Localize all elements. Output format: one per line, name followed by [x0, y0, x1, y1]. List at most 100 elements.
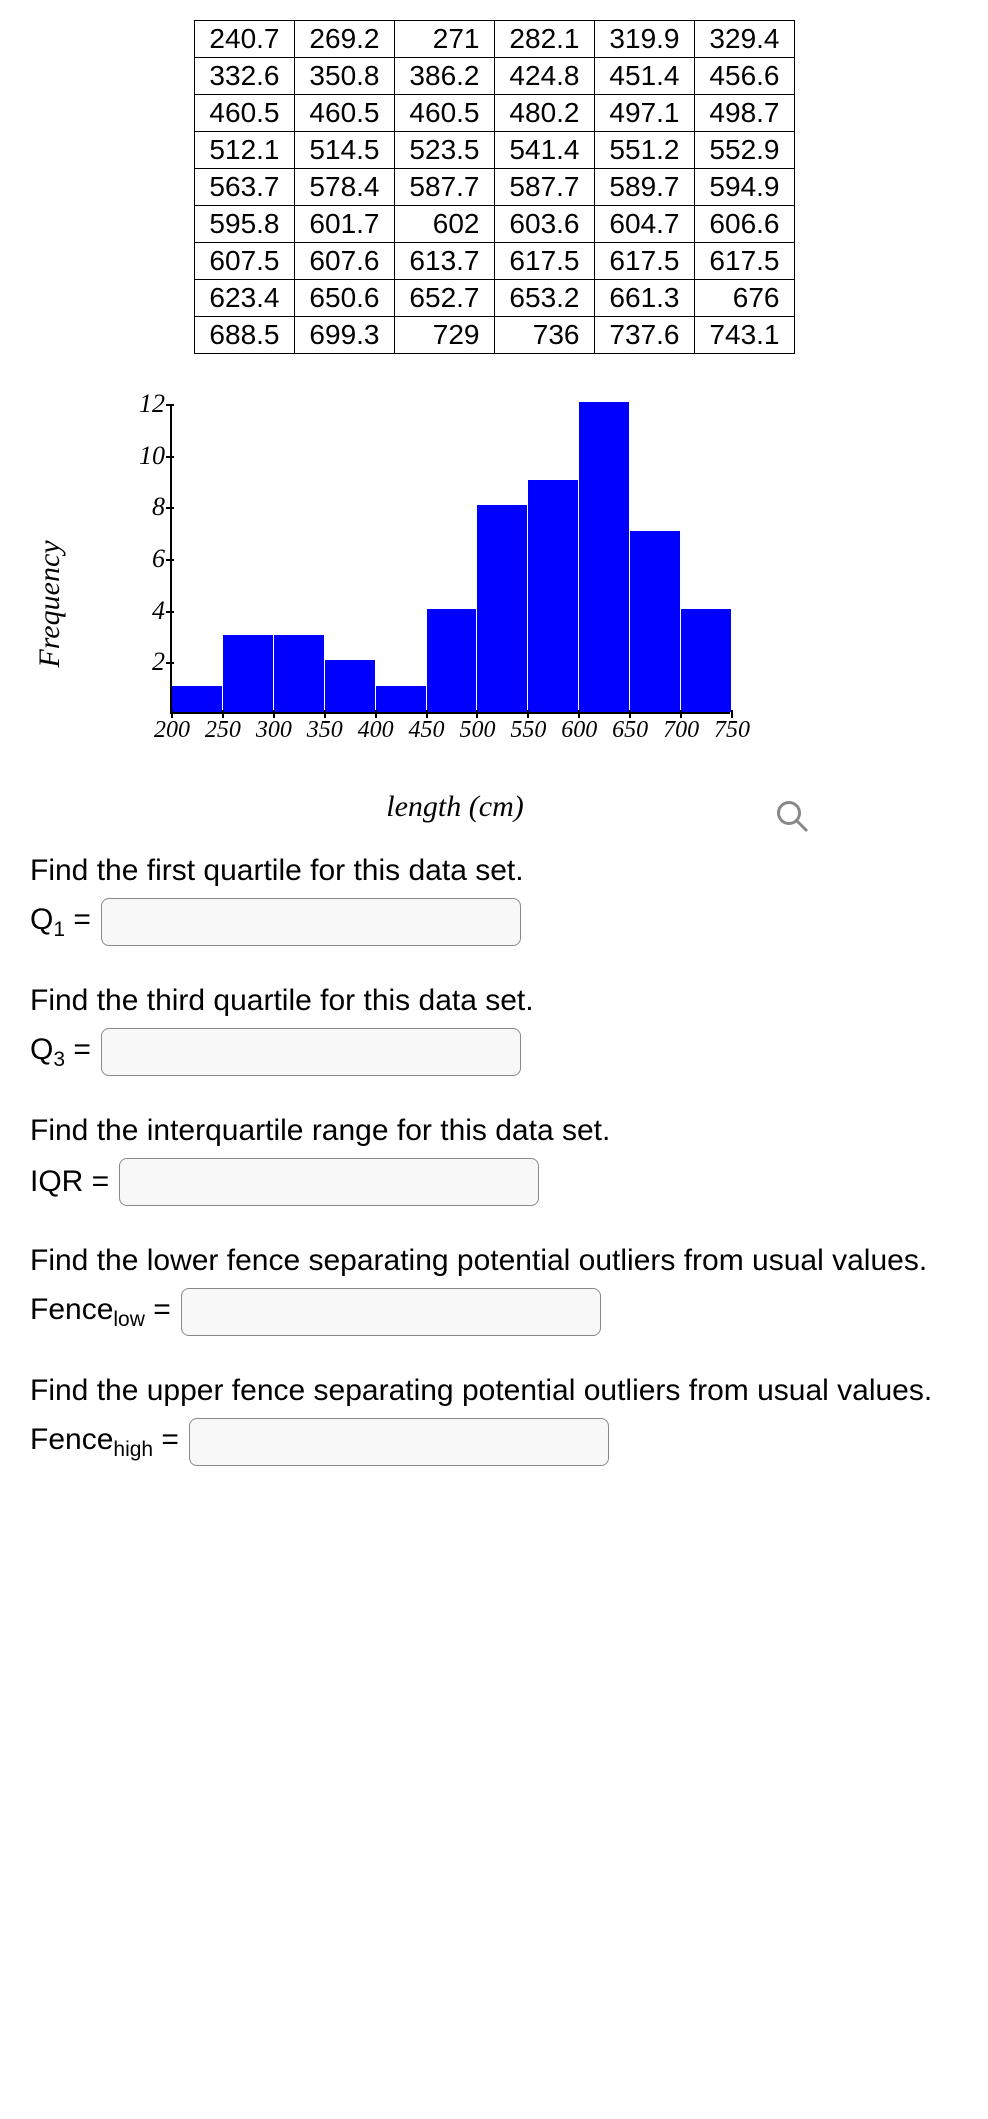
histogram-bar [630, 531, 680, 712]
x-tick-label: 600 [561, 717, 597, 744]
table-row: 688.5699.3729736737.6743.1 [194, 317, 794, 354]
x-tick-label: 750 [714, 717, 750, 744]
table-cell: 386.2 [394, 58, 494, 95]
table-cell: 456.6 [694, 58, 794, 95]
table-cell: 350.8 [294, 58, 394, 95]
table-cell: 329.4 [694, 21, 794, 58]
table-cell: 606.6 [694, 206, 794, 243]
table-cell: 607.6 [294, 243, 394, 280]
chart-xlabel: length (cm) [386, 790, 523, 824]
x-tick-label: 400 [358, 717, 394, 744]
table-cell: 602 [394, 206, 494, 243]
table-cell: 607.5 [194, 243, 294, 280]
chart-ylabel: Frequency [33, 540, 67, 667]
x-tick-label: 200 [154, 717, 190, 744]
table-cell: 743.1 [694, 317, 794, 354]
x-tick-label: 650 [612, 717, 648, 744]
table-cell: 523.5 [394, 132, 494, 169]
data-table: 240.7269.2271282.1319.9329.4332.6350.838… [194, 20, 795, 354]
table-cell: 424.8 [494, 58, 594, 95]
table-cell: 332.6 [194, 58, 294, 95]
table-cell: 653.2 [494, 280, 594, 317]
x-tick-label: 500 [459, 717, 495, 744]
question-fence-high: Find the upper fence separating potentia… [30, 1374, 958, 1466]
table-cell: 541.4 [494, 132, 594, 169]
table-cell: 319.9 [594, 21, 694, 58]
question-fence-low: Find the lower fence separating potentia… [30, 1244, 958, 1336]
table-cell: 512.1 [194, 132, 294, 169]
y-tick-label: 12 [130, 389, 165, 419]
table-cell: 736 [494, 317, 594, 354]
y-tick-label: 10 [130, 441, 165, 471]
table-cell: 271 [394, 21, 494, 58]
table-cell: 688.5 [194, 317, 294, 354]
fence-low-input[interactable] [181, 1288, 601, 1336]
fence-low-prompt: Find the lower fence separating potentia… [30, 1244, 958, 1278]
histogram-bar [223, 635, 273, 713]
table-cell: 601.7 [294, 206, 394, 243]
x-tick-label: 350 [307, 717, 343, 744]
table-cell: 595.8 [194, 206, 294, 243]
magnify-icon[interactable] [774, 798, 810, 834]
histogram-chart: Frequency 200250300350400450500550600650… [70, 394, 770, 814]
histogram-bar [325, 660, 375, 712]
table-cell: 498.7 [694, 95, 794, 132]
table-row: 332.6350.8386.2424.8451.4456.6 [194, 58, 794, 95]
histogram-bar [477, 505, 527, 712]
table-cell: 617.5 [494, 243, 594, 280]
table-cell: 460.5 [394, 95, 494, 132]
table-row: 460.5460.5460.5480.2497.1498.7 [194, 95, 794, 132]
fence-high-prompt: Find the upper fence separating potentia… [30, 1374, 958, 1408]
iqr-input[interactable] [119, 1158, 539, 1206]
table-cell: 613.7 [394, 243, 494, 280]
table-cell: 480.2 [494, 95, 594, 132]
q1-label: Q1 = [30, 903, 91, 942]
table-cell: 594.9 [694, 169, 794, 206]
table-cell: 604.7 [594, 206, 694, 243]
table-cell: 587.7 [494, 169, 594, 206]
table-cell: 552.9 [694, 132, 794, 169]
table-row: 607.5607.6613.7617.5617.5617.5 [194, 243, 794, 280]
x-tick-label: 300 [256, 717, 292, 744]
q3-prompt: Find the third quartile for this data se… [30, 984, 958, 1018]
table-cell: 551.2 [594, 132, 694, 169]
y-tick-label: 4 [130, 596, 165, 626]
table-cell: 240.7 [194, 21, 294, 58]
table-cell: 729 [394, 317, 494, 354]
table-cell: 563.7 [194, 169, 294, 206]
histogram-bar [274, 635, 324, 713]
x-tick-label: 550 [510, 717, 546, 744]
y-tick-label: 2 [130, 647, 165, 677]
histogram-bar [579, 402, 629, 712]
q1-input[interactable] [101, 898, 521, 946]
table-cell: 603.6 [494, 206, 594, 243]
y-tick-label: 8 [130, 492, 165, 522]
fence-high-label: Fencehigh = [30, 1423, 179, 1462]
question-q1: Find the first quartile for this data se… [30, 854, 958, 946]
histogram-bar [681, 609, 731, 712]
table-cell: 451.4 [594, 58, 694, 95]
fence-high-input[interactable] [189, 1418, 609, 1466]
table-cell: 623.4 [194, 280, 294, 317]
fence-low-label: Fencelow = [30, 1293, 171, 1332]
table-cell: 652.7 [394, 280, 494, 317]
table-cell: 269.2 [294, 21, 394, 58]
chart-plot-area: 200250300350400450500550600650700750 [170, 404, 730, 714]
iqr-label: IQR = [30, 1165, 109, 1199]
table-row: 595.8601.7602603.6604.7606.6 [194, 206, 794, 243]
x-tick-label: 700 [663, 717, 699, 744]
table-cell: 460.5 [194, 95, 294, 132]
table-cell: 650.6 [294, 280, 394, 317]
table-cell: 661.3 [594, 280, 694, 317]
table-cell: 578.4 [294, 169, 394, 206]
histogram-bar [376, 686, 426, 712]
question-iqr: Find the interquartile range for this da… [30, 1114, 958, 1206]
histogram-bar [427, 609, 477, 712]
table-cell: 460.5 [294, 95, 394, 132]
q3-input[interactable] [101, 1028, 521, 1076]
x-tick-label: 450 [409, 717, 445, 744]
table-row: 563.7578.4587.7587.7589.7594.9 [194, 169, 794, 206]
q3-label: Q3 = [30, 1033, 91, 1072]
table-cell: 699.3 [294, 317, 394, 354]
table-cell: 514.5 [294, 132, 394, 169]
